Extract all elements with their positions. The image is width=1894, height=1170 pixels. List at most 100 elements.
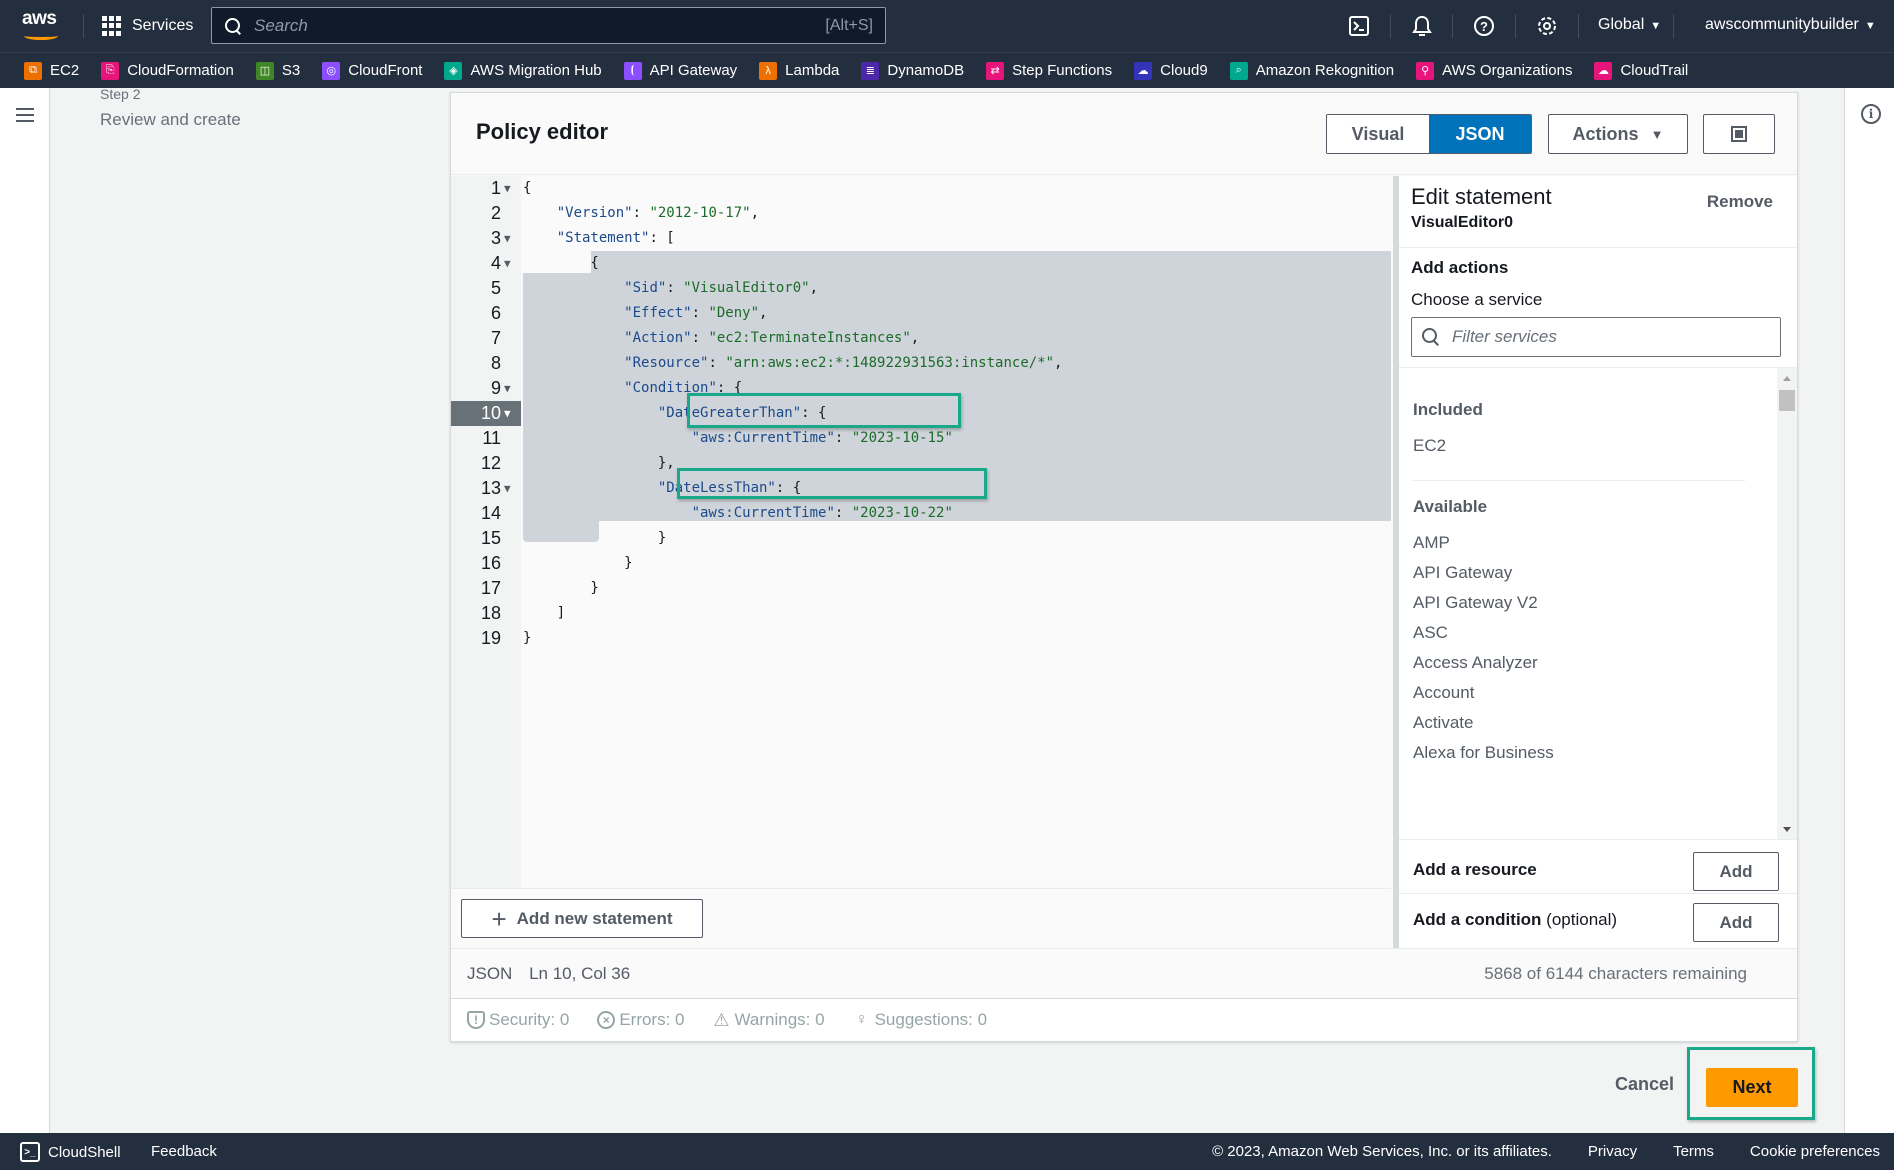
region-selector[interactable]: Global ▼	[1598, 16, 1661, 34]
json-mode-button[interactable]: JSON	[1429, 115, 1531, 153]
fold-toggle-icon[interactable]: ▼	[504, 226, 511, 251]
add-resource-button[interactable]: Add	[1693, 852, 1779, 891]
filter-services-input[interactable]	[1452, 327, 1770, 347]
code-line[interactable]: 4 ▼ {	[451, 251, 1391, 276]
account-menu[interactable]: awscommunitybuilder ▼	[1705, 16, 1876, 34]
help-icon[interactable]: ?	[1472, 14, 1496, 38]
warnings-tab[interactable]: ⚠ Warnings: 0	[713, 1009, 824, 1030]
favorite-cloudformation[interactable]: ⎘ CloudFormation	[101, 61, 234, 80]
next-button[interactable]: Next	[1706, 1068, 1798, 1107]
favorite-s3[interactable]: ◫ S3	[255, 61, 300, 80]
menu-hamburger-icon[interactable]	[16, 108, 34, 122]
json-code-editor[interactable]: 1 ▼{2 "Version": "2012-10-17", 3 ▼ "Stateme…	[451, 176, 1391, 888]
top-navigation: aws Services [Alt+S] ? Global▼ awscommun…	[0, 0, 1894, 52]
service-item-included[interactable]: EC2	[1413, 436, 1446, 456]
code-text: },	[523, 455, 675, 471]
scroll-up-arrow-icon[interactable]	[1783, 376, 1791, 381]
suggestions-tab[interactable]: ♀ Suggestions: 0	[853, 1010, 987, 1030]
code-line[interactable]: 17 }	[451, 576, 1391, 601]
search-input[interactable]	[254, 15, 826, 36]
actions-dropdown-button[interactable]: Actions ▼	[1548, 114, 1688, 154]
terms-link[interactable]: Terms	[1673, 1143, 1714, 1160]
service-item[interactable]: Access Analyzer	[1413, 653, 1538, 673]
errors-tab[interactable]: × Errors: 0	[597, 1010, 685, 1030]
privacy-link[interactable]: Privacy	[1588, 1143, 1637, 1160]
fold-toggle-icon[interactable]: ▼	[504, 176, 511, 201]
code-line[interactable]: 14 "aws:CurrentTime": "2023-10-22"	[451, 501, 1391, 526]
service-item[interactable]: AMP	[1413, 533, 1450, 553]
policy-validation-bar: ! Security: 0 × Errors: 0 ⚠ Warnings: 0 ♀ Su…	[451, 998, 1797, 1041]
scroll-down-arrow-icon[interactable]	[1783, 827, 1791, 832]
feedback-link[interactable]: Feedback	[151, 1143, 217, 1160]
favorite-cloudfront[interactable]: ◎ CloudFront	[322, 61, 422, 80]
aws-logo[interactable]: aws	[22, 9, 64, 42]
cloudshell-button[interactable]: >_ CloudShell	[20, 1142, 121, 1162]
cancel-button[interactable]: Cancel	[1615, 1074, 1674, 1095]
nav-divider	[1515, 14, 1516, 38]
favorite-ec2[interactable]: ⧉ EC2	[24, 61, 79, 80]
cloudshell-icon[interactable]	[1347, 14, 1371, 38]
service-item[interactable]: Account	[1413, 683, 1474, 703]
add-new-statement-button[interactable]: + Add new statement	[461, 899, 703, 938]
svg-text:?: ?	[1480, 19, 1488, 34]
favorite-amazon-rekognition[interactable]: ⌕ Amazon Rekognition	[1229, 61, 1394, 80]
fold-toggle-icon[interactable]: ▼	[504, 251, 511, 276]
code-line[interactable]: 3 ▼ "Statement": [	[451, 226, 1391, 251]
filter-services-field[interactable]	[1411, 317, 1781, 357]
search-icon	[224, 17, 242, 35]
service-item[interactable]: ASC	[1413, 623, 1448, 643]
service-item[interactable]: API Gateway V2	[1413, 593, 1538, 613]
line-number: 1	[490, 178, 501, 198]
remove-statement-button[interactable]: Remove	[1707, 192, 1773, 212]
line-number: 9	[490, 378, 501, 398]
service-item[interactable]: Activate	[1413, 713, 1473, 733]
fold-toggle-icon[interactable]: ▼	[504, 476, 511, 501]
warning-triangle-icon: ⚠	[713, 1009, 730, 1030]
code-line[interactable]: 2 "Version": "2012-10-17",	[451, 201, 1391, 226]
step-review-and-create[interactable]: Review and create	[100, 110, 241, 130]
fold-toggle-icon[interactable]: ▼	[504, 401, 511, 426]
code-line[interactable]: 16 }	[451, 551, 1391, 576]
service-item[interactable]: API Gateway	[1413, 563, 1512, 583]
favorite-cloudtrail[interactable]: ☁ CloudTrail	[1594, 61, 1688, 80]
line-number: 2	[490, 203, 501, 223]
notifications-bell-icon[interactable]	[1410, 14, 1434, 38]
code-line[interactable]: 5 "Sid": "VisualEditor0",	[451, 276, 1391, 301]
add-condition-button[interactable]: Add	[1693, 903, 1779, 942]
favorite-cloud9[interactable]: ☁ Cloud9	[1134, 61, 1208, 80]
code-line[interactable]: 18 ]	[451, 601, 1391, 626]
code-line[interactable]: 8 "Resource": "arn:aws:ec2:*:14892293156…	[451, 351, 1391, 376]
code-text: }	[523, 555, 633, 571]
code-line[interactable]: 1 ▼ {	[451, 176, 1391, 201]
services-menu-button[interactable]: Services	[102, 14, 193, 38]
service-item[interactable]: Alexa for Business	[1413, 743, 1554, 763]
scrollbar-thumb[interactable]	[1779, 390, 1795, 411]
code-text: }	[523, 580, 599, 596]
fold-toggle-icon[interactable]: ▼	[504, 376, 511, 401]
visual-mode-button[interactable]: Visual	[1327, 115, 1429, 153]
favorite-api-gateway[interactable]: ⦗ API Gateway	[623, 61, 737, 80]
favorite-lambda[interactable]: λ Lambda	[759, 61, 839, 80]
code-text: "Action": "ec2:TerminateInstances",	[624, 330, 920, 346]
step-number: Step 2	[100, 86, 141, 102]
security-findings-tab[interactable]: ! Security: 0	[467, 1010, 569, 1030]
fullscreen-button[interactable]	[1703, 114, 1775, 154]
code-line[interactable]: 6 "Effect": "Deny",	[451, 301, 1391, 326]
service-list-scrollbar[interactable]	[1777, 368, 1797, 839]
aws-smile-icon	[24, 32, 58, 40]
settings-gear-icon[interactable]	[1535, 14, 1559, 38]
line-number: 16	[480, 553, 501, 573]
favorite-dynamodb[interactable]: ≣ DynamoDB	[861, 61, 964, 80]
search-bar[interactable]: [Alt+S]	[211, 7, 886, 44]
code-line[interactable]: 19}	[451, 626, 1391, 651]
favorite-aws-organizations[interactable]: ⚲ AWS Organizations	[1416, 61, 1572, 80]
cookie-preferences-link[interactable]: Cookie preferences	[1750, 1143, 1880, 1160]
add-actions-heading: Add actions	[1411, 258, 1509, 277]
code-line[interactable]: 15 }	[451, 526, 1391, 551]
info-icon[interactable]: i	[1861, 104, 1881, 124]
favorite-step-functions[interactable]: ⇄ Step Functions	[986, 61, 1112, 80]
step-functions-service-icon: ⇄	[986, 61, 1005, 80]
code-line[interactable]: 7 "Action": "ec2:TerminateInstances",	[451, 326, 1391, 351]
favorite-aws-migration-hub[interactable]: ◈ AWS Migration Hub	[444, 61, 602, 80]
code-line[interactable]: 11 "aws:CurrentTime": "2023-10-15"	[451, 426, 1391, 451]
